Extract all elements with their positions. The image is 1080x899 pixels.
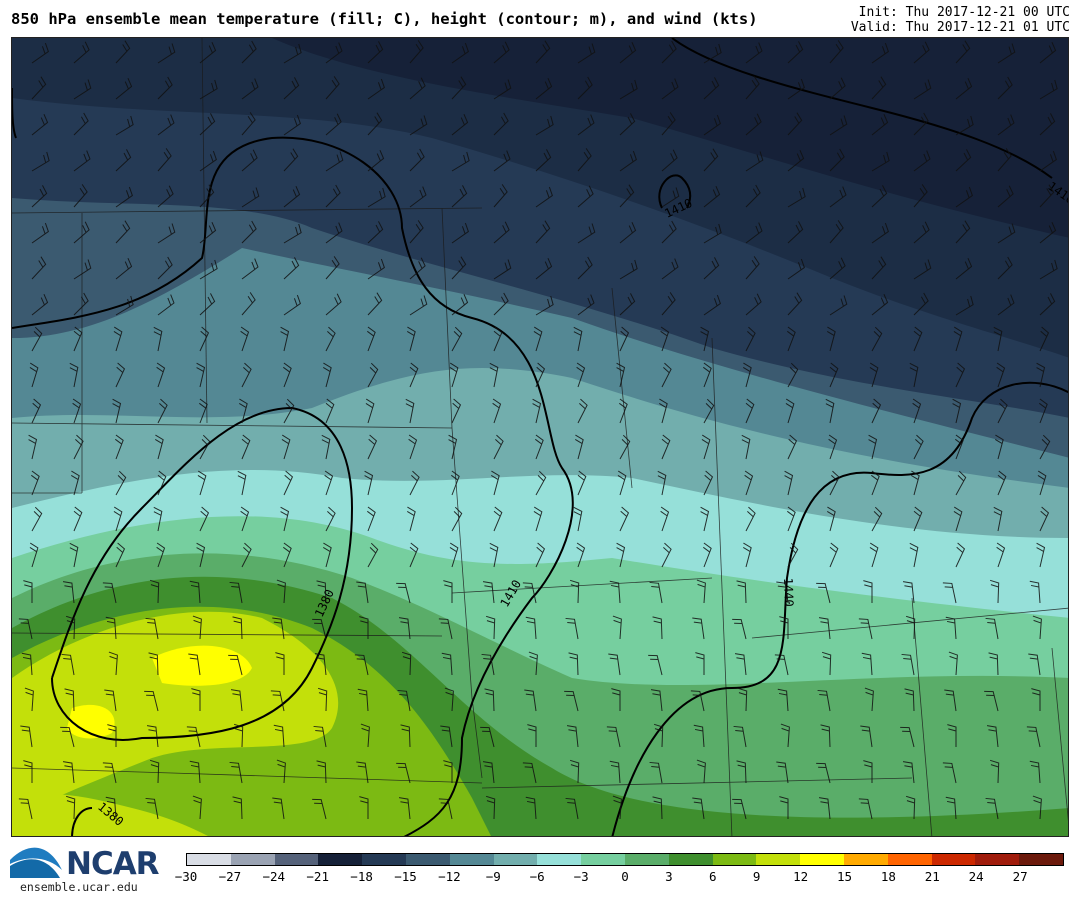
colorbar-tick-label: 24 bbox=[968, 869, 984, 884]
colorbar-tick-label: 21 bbox=[924, 869, 940, 884]
colorbar-tick-label: −15 bbox=[394, 869, 417, 884]
colorbar-segment bbox=[800, 854, 844, 865]
colorbar-tick-label: 18 bbox=[880, 869, 896, 884]
colorbar-tick-label: −3 bbox=[573, 869, 589, 884]
colorbar-segment bbox=[318, 854, 363, 865]
colorbar-segment bbox=[887, 854, 932, 865]
colorbar-segment bbox=[624, 854, 669, 865]
colorbar-segment bbox=[187, 854, 231, 865]
colorbar-tick-label: −9 bbox=[485, 869, 501, 884]
colorbar-tick-label: 9 bbox=[752, 869, 761, 884]
colorbar-segment bbox=[756, 854, 801, 865]
colorbar-tick-label: −21 bbox=[306, 869, 329, 884]
colorbar-segment bbox=[581, 854, 625, 865]
colorbar-segment bbox=[712, 854, 757, 865]
colorbar-segment bbox=[362, 854, 406, 865]
temperature-map: 1410 1410 1380 1410 1440 1380 bbox=[12, 38, 1068, 836]
colorbar-tick-label: 15 bbox=[836, 869, 853, 884]
temperature-colorbar bbox=[186, 853, 1064, 866]
colorbar-segment bbox=[449, 854, 494, 865]
map-panel: 1410 1410 1380 1410 1440 1380 bbox=[11, 37, 1069, 837]
contour-label: 1440 bbox=[781, 578, 796, 607]
init-time: Init: Thu 2017-12-21 00 UTC bbox=[858, 5, 1070, 20]
valid-time: Valid: Thu 2017-12-21 01 UTC bbox=[850, 20, 1070, 35]
colorbar-tick-label: 12 bbox=[793, 869, 809, 884]
map-title: 850 hPa ensemble mean temperature (fill;… bbox=[11, 10, 758, 28]
colorbar-segment bbox=[931, 854, 976, 865]
colorbar-segment bbox=[230, 854, 275, 865]
colorbar-tick-label: 3 bbox=[665, 869, 673, 884]
colorbar-ticks: −30 −27 −24 −21 −18 −15 −12 −9 −6 −3 0 3 6 9 12 15 18 21 2… bbox=[175, 869, 1064, 885]
colorbar-tick-label: −12 bbox=[438, 869, 461, 884]
run-times: Init: Thu 2017-12-21 00 UTC Valid: Thu 2… bbox=[851, 5, 1070, 35]
ncar-logo-text: NCAR bbox=[66, 846, 160, 882]
colorbar-tick-label: −18 bbox=[350, 869, 373, 884]
colorbar-tick-label: −27 bbox=[218, 869, 242, 884]
colorbar-segment bbox=[537, 854, 582, 865]
colorbar-segment bbox=[493, 854, 538, 865]
ensemble-url: ensemble.ucar.edu bbox=[20, 880, 138, 894]
colorbar-segment bbox=[843, 854, 888, 865]
colorbar-tick-label: 27 bbox=[1012, 869, 1028, 884]
colorbar-tick-label: −30 bbox=[174, 869, 198, 884]
colorbar-tick-label: 6 bbox=[709, 869, 717, 884]
colorbar-segment bbox=[405, 854, 450, 865]
colorbar-segment bbox=[668, 854, 713, 865]
colorbar-segment bbox=[975, 854, 1020, 865]
colorbar-segment bbox=[1019, 854, 1063, 865]
colorbar-segment bbox=[274, 854, 319, 865]
colorbar-tick-label: −6 bbox=[529, 869, 545, 884]
colorbar-tick-label: −24 bbox=[262, 869, 286, 884]
colorbar-tick-label: 0 bbox=[621, 869, 629, 884]
